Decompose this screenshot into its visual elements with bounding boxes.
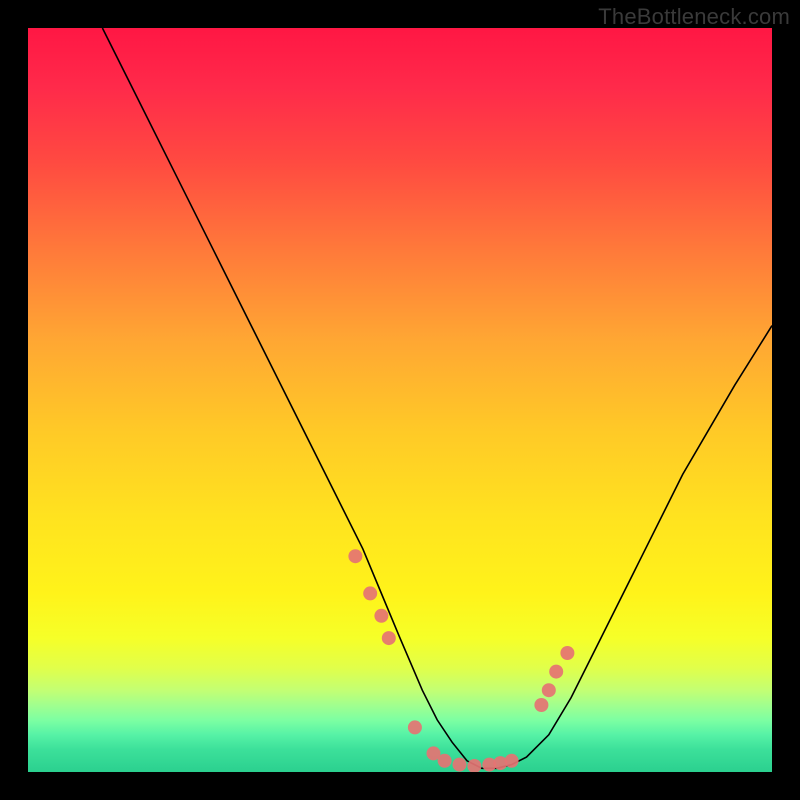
sample-point [408,720,422,734]
bottleneck-curve [102,28,772,768]
sample-point [542,683,556,697]
plot-area [28,28,772,772]
sample-points-group [348,549,574,772]
sample-point [374,609,388,623]
sample-point [505,754,519,768]
sample-point [348,549,362,563]
sample-point [363,586,377,600]
sample-point [453,758,467,772]
watermark-text: TheBottleneck.com [598,4,790,30]
curve-layer [28,28,772,772]
sample-point [549,665,563,679]
sample-point [382,631,396,645]
sample-point [438,754,452,768]
sample-point [560,646,574,660]
sample-point [534,698,548,712]
sample-point [467,759,481,772]
chart-frame: TheBottleneck.com [0,0,800,800]
